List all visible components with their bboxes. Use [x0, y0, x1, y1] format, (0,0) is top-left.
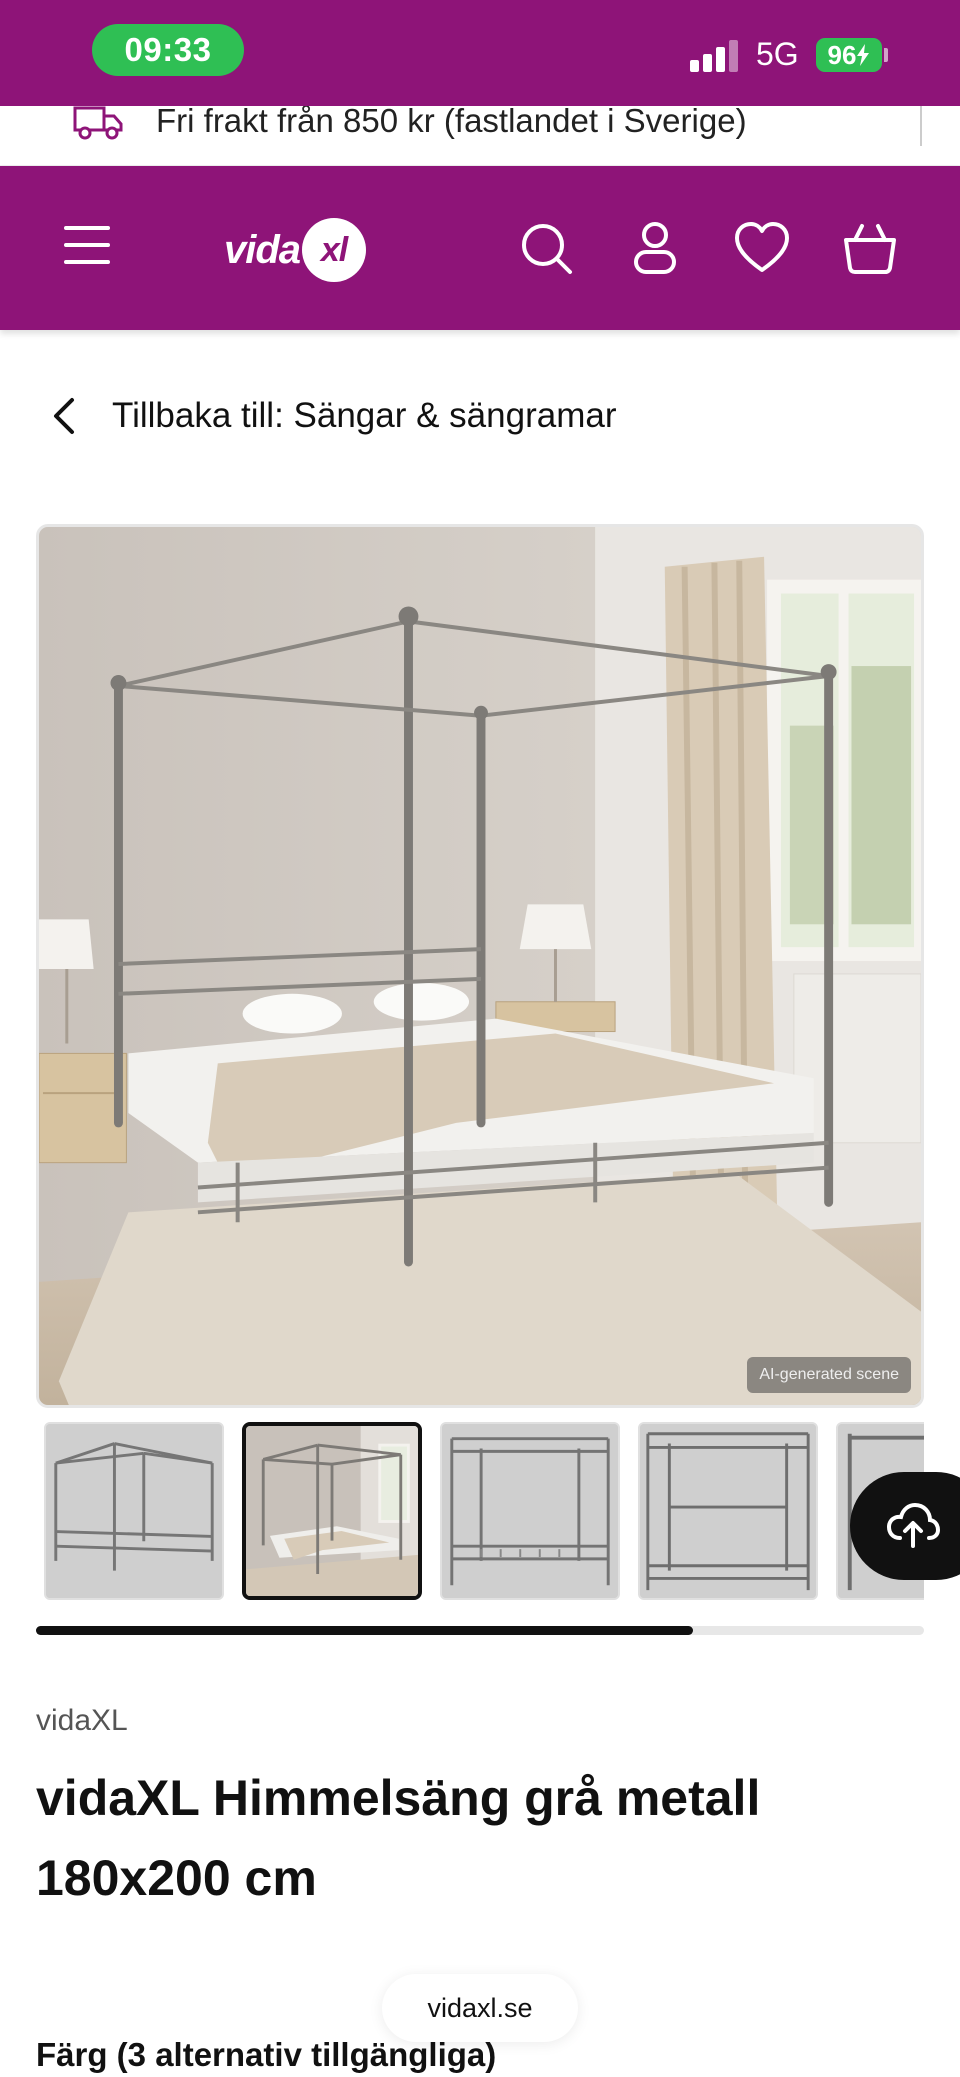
status-time: 09:33: [92, 24, 244, 76]
bedroom-scene-image: [39, 527, 921, 1405]
gallery-scroll-progress-fill: [36, 1626, 694, 1635]
chevron-left-icon: [54, 398, 74, 434]
network-type: 5G: [756, 36, 799, 72]
heart-icon[interactable]: [732, 218, 792, 278]
thumbnail[interactable]: [44, 1422, 224, 1600]
bed-frame-side-thumbnail-image: [442, 1424, 618, 1598]
thumbnail[interactable]: [638, 1422, 818, 1600]
menu-icon[interactable]: [64, 226, 112, 266]
cloud-upload-icon: [886, 1502, 940, 1548]
ai-generated-tag: AI-generated scene: [747, 1357, 911, 1393]
back-link-label: Tillbaka till: Sängar & sängramar: [112, 396, 617, 435]
bedroom-thumbnail-image: [246, 1426, 418, 1596]
truck-icon: [73, 106, 123, 140]
color-options-heading: Färg (3 alternativ tillgängliga): [36, 2036, 497, 2073]
cellular-signal-icon: [690, 40, 742, 72]
product-brand[interactable]: vidaXL: [36, 1704, 128, 1738]
battery-icon: 96: [816, 38, 882, 72]
bed-frame-thumbnail-image: [46, 1424, 222, 1598]
banner-divider: [920, 106, 922, 146]
logo-text: vida: [224, 227, 301, 272]
battery-tip: [884, 48, 888, 62]
bed-frame-front-thumbnail-image: [640, 1424, 816, 1598]
browser-url-pill[interactable]: vidaxl.se: [382, 1974, 578, 2042]
search-icon[interactable]: [516, 218, 576, 278]
vidaxl-logo[interactable]: vida xl: [224, 214, 367, 286]
charging-bolt-icon: [857, 44, 870, 66]
thumbnail[interactable]: [440, 1422, 620, 1600]
product-title: vidaXL Himmelsäng grå metall 180x200 cm: [36, 1770, 761, 1906]
account-icon[interactable]: [625, 218, 685, 278]
logo-badge: xl: [302, 218, 367, 282]
gallery-scroll-progress: [36, 1626, 924, 1635]
shipping-text: Fri frakt från 850 kr (fastlandet i Sver…: [156, 106, 747, 139]
thumbnail-strip[interactable]: [36, 1418, 924, 1604]
product-main-image[interactable]: AI-generated scene: [36, 524, 924, 1408]
basket-icon[interactable]: [840, 218, 900, 278]
back-link[interactable]: Tillbaka till: Sängar & sängramar: [48, 386, 616, 446]
thumbnail-active[interactable]: [242, 1422, 422, 1600]
share-button[interactable]: [850, 1472, 960, 1580]
site-header: vida xl: [0, 166, 960, 330]
battery-level: 96: [827, 39, 857, 70]
status-bar: 09:33 5G 96: [0, 0, 960, 106]
shipping-banner[interactable]: Fri frakt från 850 kr (fastlandet i Sver…: [0, 106, 960, 166]
